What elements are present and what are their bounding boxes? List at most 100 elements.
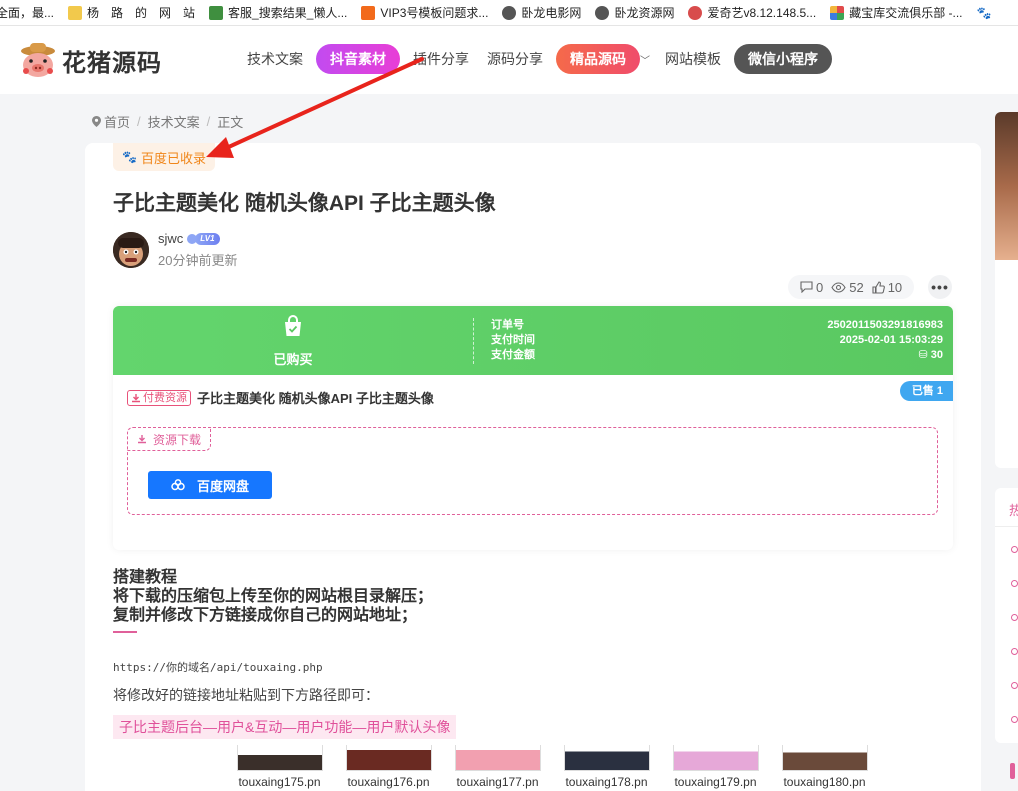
comment-icon (800, 281, 813, 293)
breadcrumb-current: 正文 (217, 115, 244, 130)
baidu-indexed-badge: 🐾 百度已收录 (113, 143, 215, 171)
list-bullet-icon (1011, 614, 1018, 621)
purchase-header: 已购买 订单号 支付时间 支付金额 2502011503291816983 20… (113, 306, 953, 375)
bookmark-item[interactable]: 全面，最... (0, 4, 54, 21)
download-tab: 资源下载 (127, 427, 212, 451)
purchase-box: 已购买 订单号 支付时间 支付金额 2502011503291816983 20… (113, 306, 953, 550)
instruction-text: 将修改好的链接地址粘贴到下方路径即可： (113, 687, 379, 703)
globe-icon (595, 5, 610, 20)
site-logo[interactable]: 花猪源码 (18, 41, 162, 79)
nav-item-templates[interactable]: 网站模板 (656, 44, 730, 74)
thumbnail-item[interactable]: touxaing176.pn (334, 745, 443, 789)
author-name[interactable]: sjwc (158, 231, 183, 246)
bookmark-item[interactable]: 藏宝库交流俱乐部 -... (830, 4, 963, 21)
like-count[interactable]: 10 (872, 280, 902, 295)
sold-count-badge: 已售 1 (899, 381, 953, 401)
article-title: 子比主题美化 随机头像API 子比主题头像 (113, 192, 496, 215)
site-header: 花猪源码 技术文案 抖音素材 插件分享 源码分享 精品源码 ﹀ 网站模板 微信小… (0, 26, 1018, 94)
sidebar-banner[interactable] (995, 112, 1018, 468)
breadcrumb-separator: / (137, 114, 141, 129)
thumbnail-item[interactable]: touxaing179.pn (661, 745, 770, 789)
thumbnail-item[interactable]: touxaing175.pn (225, 745, 334, 789)
bookmark-item[interactable]: 杨 路 的 网 站 (68, 4, 195, 21)
order-labels: 订单号 支付时间 支付金额 (491, 319, 535, 361)
breadcrumb: 首页 / 技术文案 / 正文 (92, 112, 243, 131)
nav-item-source[interactable]: 源码分享 (478, 44, 552, 74)
nav-item-tech[interactable]: 技术文案 (238, 44, 312, 74)
logo-text: 花猪源码 (62, 49, 162, 77)
chevron-down-icon[interactable]: ﹀ (640, 52, 650, 67)
sidebar-hot-list: 热 (995, 488, 1018, 743)
settings-path-highlight: 子比主题后台—用户&互动—用户功能—用户默认头像 (113, 715, 457, 739)
site-icon (209, 5, 224, 20)
paid-resource-row: 付费资源 子比主题美化 随机头像API 子比主题头像 (127, 388, 434, 407)
hot-divider (995, 526, 1018, 527)
tutorial-step: 复制并修改下方链接成你自己的网站地址； (113, 607, 418, 624)
nav-item-douyin[interactable]: 抖音素材 (316, 44, 400, 74)
bookmark-item[interactable]: 爱奇艺v8.12.148.5... (688, 4, 816, 21)
thumbs-up-icon (872, 280, 885, 294)
breadcrumb-home[interactable]: 首页 (104, 112, 130, 131)
globe-icon (502, 5, 517, 20)
purchase-divider (473, 318, 474, 364)
shopping-bag-icon (285, 315, 301, 336)
avatar[interactable] (113, 232, 149, 268)
nav-item-miniprogram[interactable]: 微信小程序 (734, 44, 832, 74)
main-nav: 技术文案 抖音素材 插件分享 源码分享 精品源码 ﹀ 网站模板 微信小程序 (238, 44, 836, 74)
breadcrumb-separator: / (206, 114, 211, 129)
list-bullet-icon (1011, 546, 1018, 553)
nav-item-plugins[interactable]: 插件分享 (404, 44, 478, 74)
z-icon (361, 5, 376, 20)
bookmark-item[interactable]: 客服_搜索结果_懒人... (209, 4, 347, 21)
paw-icon[interactable]: 🐾 (977, 6, 992, 20)
download-icon (138, 435, 146, 444)
thumbnail-item[interactable]: touxaing180.pn (770, 745, 879, 789)
more-options-button[interactable]: ••• (928, 275, 952, 299)
heading-underline (113, 631, 137, 633)
level-badge: LV1 (195, 232, 220, 245)
pig-logo-icon (21, 43, 55, 77)
coin-icon: ⛁ (918, 349, 928, 361)
updated-time: 20分钟前更新 (158, 253, 238, 268)
hot-heading: 热 (1009, 503, 1018, 518)
avatar-face-icon (113, 232, 149, 268)
order-values: 2502011503291816983 2025-02-01 15:03:29 … (827, 318, 943, 363)
list-bullet-icon (1011, 716, 1018, 723)
paid-resource-tag: 付费资源 (127, 389, 191, 406)
list-bullet-icon (1011, 580, 1018, 587)
thumbnail-item[interactable]: touxaing178.pn (552, 745, 661, 789)
sidebar-banner-image (995, 112, 1018, 260)
breadcrumb-category[interactable]: 技术文案 (148, 112, 200, 131)
pay-amount: ⛁ 30 (918, 349, 943, 361)
baidu-pan-download-button[interactable]: 百度网盘 (148, 471, 272, 499)
resource-title: 子比主题美化 随机头像API 子比主题头像 (197, 391, 434, 406)
tutorial-step: 将下载的压缩包上传至你的网站根目录解压； (113, 588, 434, 605)
eye-icon (831, 281, 846, 293)
download-icon (132, 393, 140, 402)
scroll-indicator (1010, 763, 1015, 779)
post-stats: 0 52 10 (788, 275, 915, 299)
thumbnail-item[interactable]: touxaing177.pn (443, 745, 552, 789)
list-bullet-icon (1011, 648, 1018, 655)
comment-count[interactable]: 0 (800, 280, 823, 295)
article-card: 🐾 百度已收录 子比主题美化 随机头像API 子比主题头像 sjwc LV1 2… (85, 143, 981, 791)
nav-item-premium[interactable]: 精品源码 (556, 44, 640, 74)
bookmark-item[interactable]: VIP3号模板问题求... (361, 4, 488, 21)
avatar-thumbnails: touxaing175.pn touxaing176.pn touxaing17… (225, 745, 879, 789)
view-count: 52 (831, 280, 864, 295)
site-icon (688, 5, 703, 20)
grid-icon (830, 5, 845, 20)
folder-icon (68, 5, 83, 20)
author-block: sjwc LV1 20分钟前更新 (113, 231, 237, 269)
bookmark-item[interactable]: 卧龙电影网 (502, 4, 581, 21)
api-url: https://你的域名/api/touxaing.php (113, 661, 323, 674)
location-pin-icon (92, 116, 101, 127)
bookmark-item[interactable]: 卧龙资源网 (595, 4, 674, 21)
pay-time: 2025-02-01 15:03:29 (839, 334, 943, 346)
purchased-status: 已购买 (243, 314, 343, 368)
author-name-row: sjwc LV1 (158, 231, 237, 246)
download-section: 资源下载 百度网盘 (127, 427, 938, 515)
article-content: 搭建教程 将下载的压缩包上传至你的网站根目录解压； 复制并修改下方链接成你自己的… (113, 568, 457, 739)
list-bullet-icon (1011, 682, 1018, 689)
tutorial-heading: 搭建教程 (113, 569, 178, 586)
